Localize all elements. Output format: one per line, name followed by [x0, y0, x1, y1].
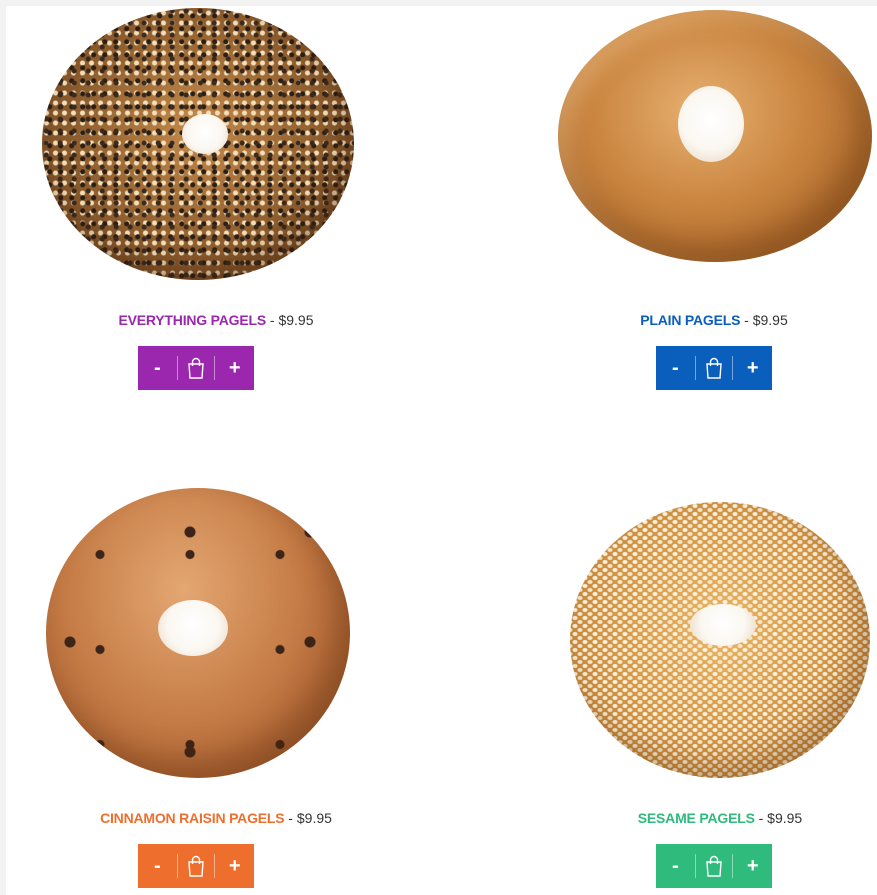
decrease-quantity-button[interactable]: -	[656, 844, 695, 888]
title-separator: -	[740, 312, 753, 328]
product-name-link[interactable]: SESAME PAGELS	[638, 810, 755, 826]
decrease-quantity-button[interactable]: -	[138, 844, 177, 888]
shopping-bag-icon	[188, 357, 204, 379]
product-price: $9.95	[296, 810, 332, 826]
add-to-cart-button[interactable]	[694, 346, 734, 390]
add-to-cart-button[interactable]	[176, 346, 216, 390]
add-to-cart-button[interactable]	[176, 844, 216, 888]
product-card-sesame: SESAME PAGELS - $9.95 - +	[456, 482, 876, 888]
product-name-link[interactable]: CINNAMON RAISIN PAGELS	[100, 810, 285, 826]
product-price: $9.95	[278, 312, 314, 328]
cart-controls: - +	[656, 844, 772, 888]
product-name-link[interactable]: PLAIN PAGELS	[640, 312, 740, 328]
title-separator: -	[266, 312, 279, 328]
product-price: $9.95	[767, 810, 803, 826]
product-grid: EVERYTHING PAGELS - $9.95 - + PLAIN PAGE…	[6, 6, 877, 895]
product-title-row: PLAIN PAGELS - $9.95	[504, 312, 877, 328]
product-title-row: SESAME PAGELS - $9.95	[510, 810, 877, 826]
sesame-bagel-photo[interactable]	[456, 482, 876, 778]
product-card-everything: EVERYTHING PAGELS - $9.95 - +	[6, 6, 426, 390]
increase-quantity-button[interactable]: +	[215, 844, 254, 888]
decrease-quantity-button[interactable]: -	[656, 346, 695, 390]
cart-controls: - +	[138, 346, 254, 390]
bagel-hole	[678, 86, 744, 162]
shopping-bag-icon	[188, 855, 204, 877]
product-price: $9.95	[752, 312, 788, 328]
shopping-bag-icon	[706, 855, 722, 877]
decrease-quantity-button[interactable]: -	[138, 346, 177, 390]
increase-quantity-button[interactable]: +	[733, 844, 772, 888]
product-card-cinnamon-raisin: CINNAMON RAISIN PAGELS - $9.95 - +	[6, 482, 426, 888]
cinnamon-raisin-bagel-photo[interactable]	[6, 482, 426, 778]
bagel-hole	[182, 114, 228, 154]
bagel-hole	[690, 604, 756, 646]
product-title-row: CINNAMON RAISIN PAGELS - $9.95	[6, 810, 426, 826]
plain-bagel-photo[interactable]	[456, 6, 876, 296]
cart-controls: - +	[656, 346, 772, 390]
increase-quantity-button[interactable]: +	[215, 346, 254, 390]
title-separator: -	[754, 810, 768, 826]
add-to-cart-button[interactable]	[694, 844, 734, 888]
title-separator: -	[284, 810, 297, 826]
cart-controls: - +	[138, 844, 254, 888]
product-title-row: EVERYTHING PAGELS - $9.95	[6, 312, 426, 328]
shopping-bag-icon	[706, 357, 722, 379]
increase-quantity-button[interactable]: +	[733, 346, 772, 390]
bagel-hole	[158, 600, 228, 656]
everything-bagel-photo[interactable]	[6, 6, 426, 296]
product-name-link[interactable]: EVERYTHING PAGELS	[118, 312, 266, 328]
product-card-plain: PLAIN PAGELS - $9.95 - +	[456, 6, 876, 390]
